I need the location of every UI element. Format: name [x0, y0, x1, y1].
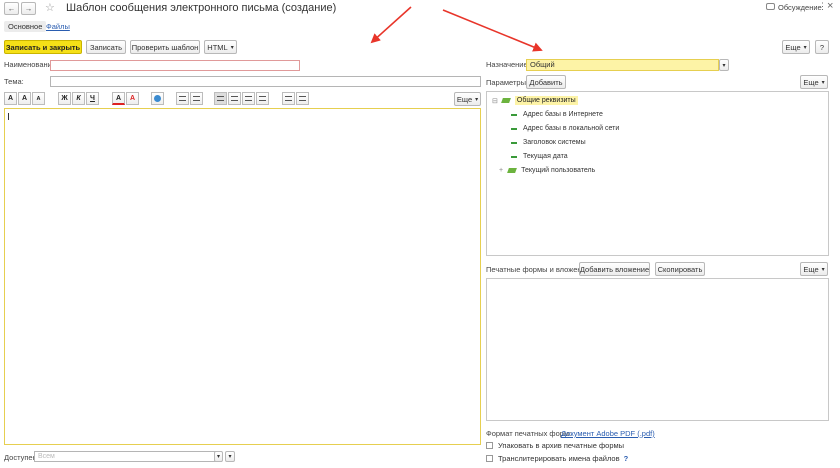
arrow-right	[442, 9, 543, 52]
annotation-arrows	[370, 6, 543, 52]
arrow-left	[370, 6, 412, 44]
